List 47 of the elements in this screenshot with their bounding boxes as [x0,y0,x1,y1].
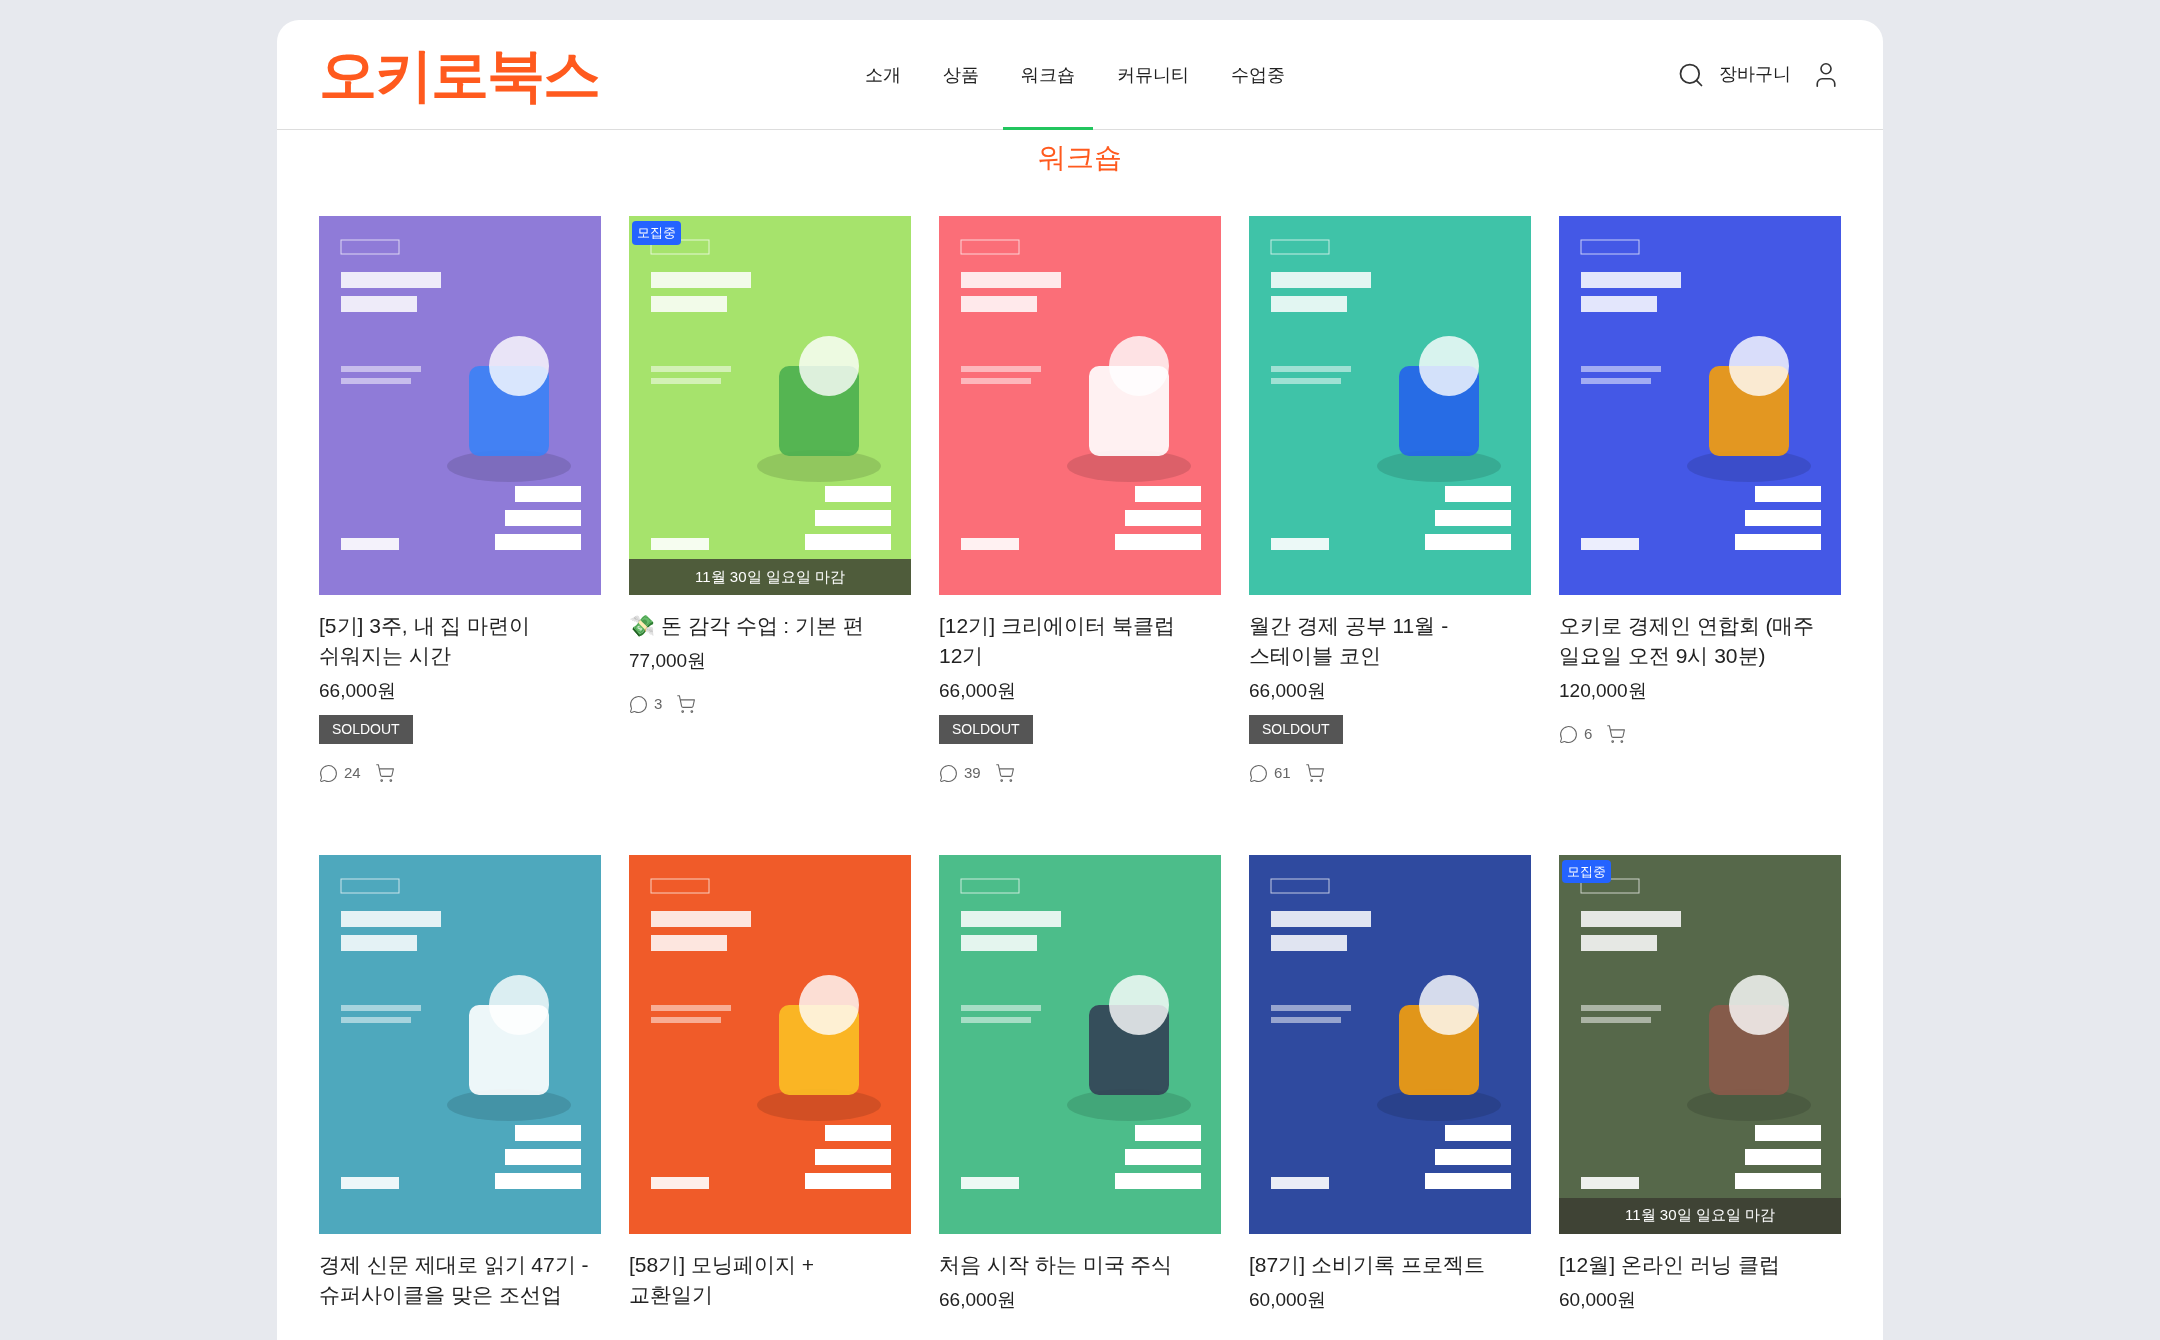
nav-tab[interactable]: 워크숍 [1003,20,1093,130]
product-price: 120,000원 [1559,679,1648,703]
product-title[interactable]: [12월] 온라인 러닝 클럽 [1559,1249,1841,1280]
comment-icon [1559,724,1578,744]
comment-icon [939,763,958,783]
product-title[interactable]: 오키로 경제인 연합회 (매주 일요일 오전 9시 30분) [1559,611,1841,671]
cart-link[interactable]: 장바구니 [1719,61,1791,88]
comment-count: 24 [344,763,361,783]
comment-count: 6 [1584,724,1593,744]
product-title[interactable]: 처음 시작 하는 미국 주식 [939,1249,1221,1280]
product-price: 77,000원 [629,649,708,673]
recruiting-badge: 모집중 [632,221,681,245]
comment-icon [319,763,338,783]
comment-count: 61 [1274,763,1291,783]
cart-icon[interactable] [374,763,395,784]
deadline-bar: 11월 30일 일요일 마감 [1559,1197,1841,1234]
product-title[interactable]: [87기] 소비기록 프로젝트 [1249,1249,1531,1280]
product-title[interactable]: 월간 경제 공부 11월 - 스테이블 코인 [1249,611,1531,671]
comment-count: 39 [964,763,981,783]
product-title[interactable]: [5기] 3주, 내 집 마련이 쉬워지는 시간 [319,611,601,671]
comment-icon [1249,763,1268,783]
nav-tab[interactable]: 상품 [925,20,997,130]
recruiting-badge: 모집중 [1562,859,1611,883]
product-price: 66,000원 [939,1287,1018,1312]
soldout-label: SOLDOUT [1249,715,1343,744]
product-price: 60,000원 [1249,1287,1328,1312]
product-title[interactable]: 💸 돈 감각 수업 : 기본 편 [629,611,911,641]
product-price: 60,000원 [1559,1287,1638,1312]
cart-icon[interactable] [1304,763,1325,784]
soldout-label: SOLDOUT [319,715,413,744]
nav-tab[interactable]: 커뮤니티 [1099,20,1207,130]
product-title[interactable]: [12기] 크리에이터 북클럽 12기 [939,611,1221,671]
nav-tab[interactable]: 수업중 [1213,20,1303,130]
product-title[interactable]: [58기] 모닝페이지 + 교환일기 [629,1249,911,1310]
product-price: 66,000원 [1249,679,1328,703]
page-title: 워크숍 [1037,141,1123,175]
product-price: 66,000원 [939,679,1018,703]
soldout-label: SOLDOUT [939,715,1033,744]
cart-icon[interactable] [994,763,1015,784]
product-price: 66,000원 [319,679,398,703]
product-title[interactable]: 경제 신문 제대로 읽기 47기 - 슈퍼사이클을 맞은 조선업 [319,1249,601,1310]
deadline-bar: 11월 30일 일요일 마감 [629,559,911,595]
cart-icon[interactable] [1606,724,1627,745]
comment-count: 3 [654,694,663,714]
nav-tab[interactable]: 소개 [847,20,919,130]
cart-icon[interactable] [676,694,697,715]
comment-icon [629,694,648,714]
